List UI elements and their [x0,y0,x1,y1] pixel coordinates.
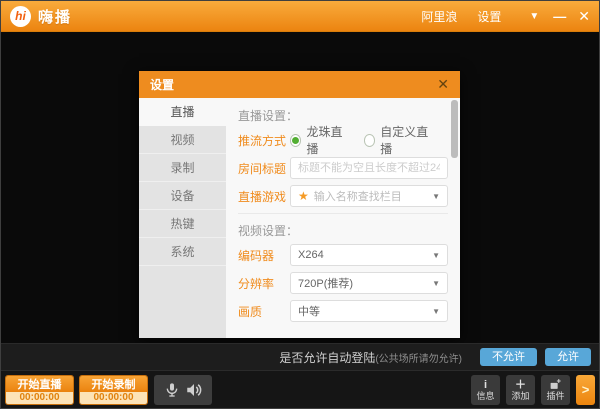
start-record-timer: 00:00:00 [80,391,147,404]
resolution-value: 720P(推荐) [298,278,354,290]
app-logo-icon: hi [10,5,31,27]
sidebar-item-hotkey[interactable]: 热键 [139,210,226,238]
chevron-down-icon: ▼ [432,191,440,201]
titlebar-controls: 阿里浪 设置 ▼ — ✕ [401,8,590,25]
stream-method-radio-group: 龙珠直播 自定义直播 [290,123,448,157]
encoder-value: X264 [298,249,324,261]
encoder-row: 编码器 X264 ▼ [238,244,448,266]
room-title-input[interactable] [290,157,448,179]
chevron-down-icon: ▼ [432,250,440,260]
speaker-icon[interactable] [183,381,205,399]
radio-longzhu-label: 龙珠直播 [306,125,343,156]
radio-selected-icon[interactable] [290,133,302,147]
info-button[interactable]: i 信息 [471,374,500,405]
quality-label: 画质 [238,304,263,319]
stream-method-row: 推流方式 龙珠直播 自定义直播 [238,125,448,156]
stream-method-label: 推流方式 [238,133,287,148]
room-title-label: 房间标题 [238,161,287,176]
add-button-label: 添加 [511,390,530,401]
notification-note: (公共场所请勿允许) [375,353,462,365]
section-divider [238,213,448,214]
plugin-icon [549,378,562,391]
dialog-close-icon[interactable]: ✕ [437,76,449,93]
app-window: hi 嗨播 阿里浪 设置 ▼ — ✕ 设置 ✕ 直播 视频 录制 设备 热键 系… [0,0,600,409]
radio-custom-label: 自定义直播 [380,125,429,156]
sidebar-item-device[interactable]: 设备 [139,182,226,210]
plus-icon: ＋ [515,378,526,391]
start-record-label: 开始录制 [80,375,147,392]
plugin-button-label: 插件 [546,391,565,401]
quality-dropdown[interactable]: 中等 ▼ [290,300,448,322]
live-game-label: 直播游戏 [238,189,287,204]
dialog-sidebar: 直播 视频 录制 设备 热键 系统 [139,98,226,338]
app-title: 嗨播 [38,8,73,26]
live-game-row: 直播游戏 ★ 输入名称查找栏目 ▼ [238,185,448,207]
sidebar-item-live[interactable]: 直播 [139,98,226,126]
title-bar: hi 嗨播 阿里浪 设置 ▼ — ✕ [1,1,599,32]
start-live-label: 开始直播 [6,375,73,392]
titlebar-link-settings[interactable]: 设置 [477,8,501,25]
settings-dialog: 设置 ✕ 直播 视频 录制 设备 热键 系统 直播设置： 推流方式 龙珠直播 自… [139,71,460,338]
star-icon: ★ [298,189,309,203]
microphone-icon[interactable] [161,381,183,399]
start-record-button[interactable]: 开始录制 00:00:00 [79,374,148,405]
quality-value: 中等 [298,306,320,318]
start-live-button[interactable]: 开始直播 00:00:00 [5,374,74,405]
start-live-timer: 00:00:00 [6,391,73,404]
allow-button[interactable]: 允许 [545,348,591,366]
radio-unselected-icon[interactable] [363,133,376,147]
audio-controls [154,374,212,405]
add-button[interactable]: ＋ 添加 [506,374,535,405]
plugin-button[interactable]: 插件 [541,374,570,405]
radio-custom-live[interactable]: 自定义直播 [363,123,432,157]
encoder-label: 编码器 [238,248,275,263]
encoder-dropdown[interactable]: X264 ▼ [290,244,448,266]
live-game-dropdown[interactable]: ★ 输入名称查找栏目 ▼ [290,185,448,207]
info-icon: i [483,378,488,391]
resolution-dropdown[interactable]: 720P(推荐) ▼ [290,272,448,294]
resolution-row: 分辨率 720P(推荐) ▼ [238,272,448,294]
bottom-toolbar: 开始直播 00:00:00 开始录制 00:00:00 i 信息 ＋ 添加 插件… [1,370,599,408]
dialog-header: 设置 ✕ [139,71,460,98]
dialog-body: 直播 视频 录制 设备 热键 系统 直播设置： 推流方式 龙珠直播 自定义直播 … [139,98,460,338]
notification-bar: 是否允许自动登陆 (公共场所请勿允许) 不允许 允许 [1,343,599,370]
notification-message: 是否允许自动登陆 [279,350,376,365]
room-title-row: 房间标题 [238,157,448,179]
live-game-placeholder: 输入名称查找栏目 [313,191,402,203]
deny-button[interactable]: 不允许 [480,348,537,366]
dialog-scrollbar[interactable] [451,100,458,158]
sidebar-item-system[interactable]: 系统 [139,238,226,266]
chevron-down-icon[interactable]: ▼ [529,11,539,22]
dialog-title: 设置 [150,78,175,92]
titlebar-link-aliwave[interactable]: 阿里浪 [421,8,457,25]
quality-row: 画质 中等 ▼ [238,300,448,322]
close-button[interactable]: ✕ [578,8,590,25]
chevron-down-icon: ▼ [432,306,440,316]
minimize-button[interactable]: — [553,9,566,24]
main-area: 设置 ✕ 直播 视频 录制 设备 热键 系统 直播设置： 推流方式 龙珠直播 自… [1,32,599,343]
sidebar-item-video[interactable]: 视频 [139,126,226,154]
dialog-content: 直播设置： 推流方式 龙珠直播 自定义直播 房间标题 标题不能为空且长度不超过2… [226,98,470,338]
expand-panel-button[interactable]: > [576,374,595,405]
chevron-down-icon: ▼ [432,278,440,288]
resolution-label: 分辨率 [238,276,275,291]
video-settings-heading: 视频设置： [238,224,299,238]
sidebar-item-record[interactable]: 录制 [139,154,226,182]
radio-longzhu-live[interactable]: 龙珠直播 [290,123,348,157]
info-button-label: 信息 [476,390,495,401]
